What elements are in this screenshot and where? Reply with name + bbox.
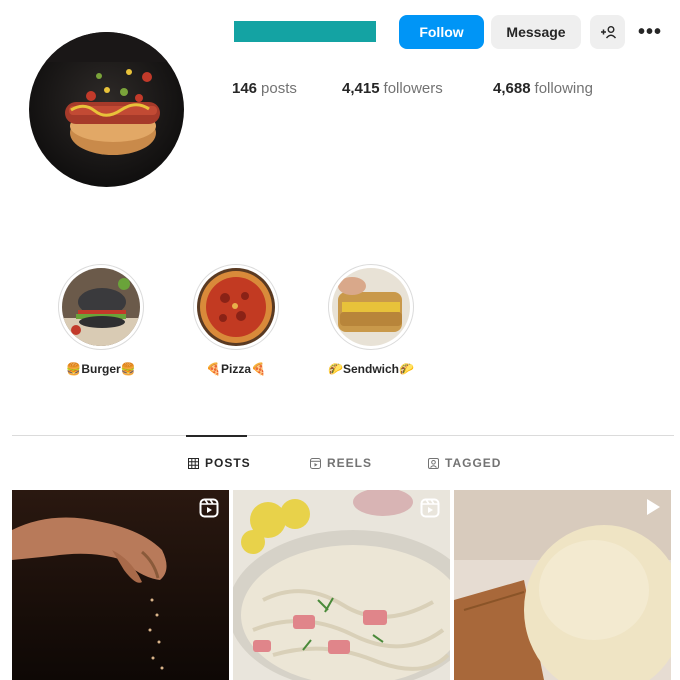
highlight-ring — [328, 264, 414, 350]
post-image-hand-salt — [12, 490, 229, 680]
pizza-image — [197, 268, 275, 346]
post-tile[interactable] — [12, 490, 229, 680]
highlight-label: 🌮Sendwich🌮 — [328, 362, 414, 376]
highlight-pizza[interactable]: 🍕Pizza🍕 — [193, 264, 279, 376]
suggest-user-button[interactable] — [590, 15, 625, 49]
post-image-dough — [454, 490, 671, 680]
followers-label: followers — [383, 80, 443, 97]
tab-reels[interactable]: REELS — [310, 456, 372, 470]
tab-label: POSTS — [205, 456, 251, 470]
burger-image — [62, 268, 140, 346]
reel-badge — [420, 498, 440, 523]
tab-label: TAGGED — [445, 456, 502, 470]
highlight-label: 🍕Pizza🍕 — [206, 362, 266, 376]
following-label: following — [534, 80, 593, 97]
video-badge — [645, 498, 661, 521]
following-count: 4,688 — [493, 80, 531, 97]
highlight-burger[interactable]: 🍔Burger🍔 — [58, 264, 144, 376]
posts-label: posts — [261, 80, 297, 97]
more-options-button[interactable]: ••• — [633, 15, 667, 49]
highlight-ring — [58, 264, 144, 350]
followers-stat[interactable]: 4,415 followers — [342, 80, 443, 97]
sandwich-image — [332, 268, 410, 346]
highlight-ring — [193, 264, 279, 350]
tabs-divider — [12, 435, 674, 436]
post-tile[interactable] — [233, 490, 450, 680]
grid-icon — [188, 457, 199, 469]
tab-tagged[interactable]: TAGGED — [428, 456, 501, 470]
reels-icon — [310, 457, 321, 469]
follow-button[interactable]: Follow — [399, 15, 484, 49]
reels-icon — [199, 498, 219, 518]
play-icon — [647, 499, 660, 515]
highlight-sandwich[interactable]: 🌮Sendwich🌮 — [328, 264, 414, 376]
add-person-icon — [600, 26, 616, 39]
followers-count: 4,415 — [342, 80, 380, 97]
tagged-icon — [428, 457, 439, 469]
tab-label: REELS — [327, 456, 373, 470]
highlight-label: 🍔Burger🍔 — [66, 362, 136, 376]
username-redacted — [234, 21, 376, 42]
message-button[interactable]: Message — [491, 15, 581, 49]
posts-stat: 146 posts — [232, 80, 297, 97]
hotdog-image — [29, 32, 184, 187]
post-image-pasta — [233, 490, 450, 680]
reel-badge — [199, 498, 219, 523]
tab-posts[interactable]: POSTS — [188, 456, 251, 470]
following-stat[interactable]: 4,688 following — [493, 80, 593, 97]
profile-avatar[interactable] — [29, 32, 184, 187]
posts-count: 146 — [232, 80, 258, 97]
active-tab-indicator — [186, 435, 247, 437]
reels-icon — [420, 498, 440, 518]
post-tile[interactable] — [454, 490, 671, 680]
